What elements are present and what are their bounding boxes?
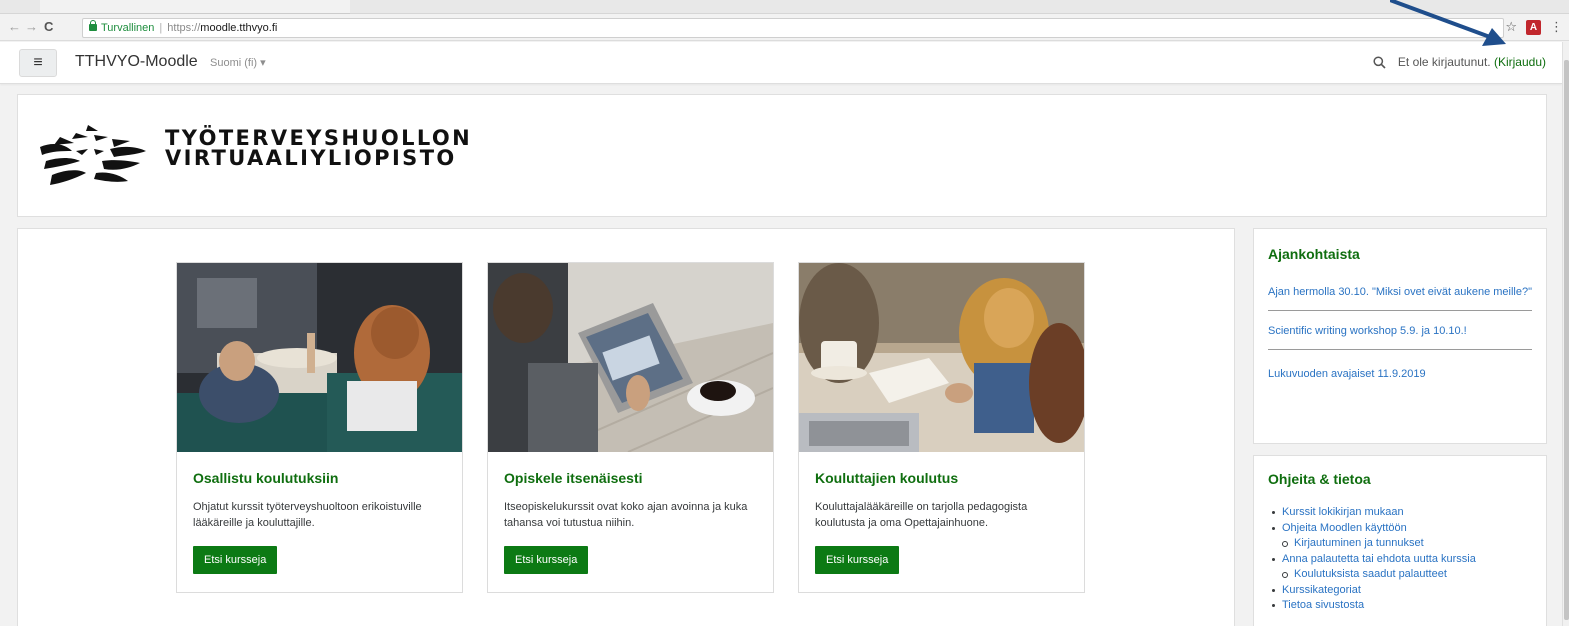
news-block: Ajankohtaista Ajan hermolla 30.10. "Miks… [1253, 228, 1547, 444]
logo-wordmark: TYÖTERVEYSHUOLLON VIRTUAALIYLIOPISTO [165, 126, 473, 170]
url-separator: | [159, 22, 163, 34]
security-label: Turvallinen [101, 22, 155, 34]
main-content: Osallistu koulutuksiin Ohjatut kurssit t… [17, 228, 1235, 626]
course-card: Opiskele itsenäisesti Itseopiskelukurssi… [487, 262, 774, 593]
logo-line-2: VIRTUAALIYLIOPISTO [165, 146, 457, 170]
course-card: Osallistu koulutuksiin Ohjatut kurssit t… [176, 262, 463, 593]
browser-menu-icon[interactable]: ⋮ [1550, 19, 1563, 35]
lock-icon [89, 20, 97, 31]
help-link[interactable]: Tietoa sivustosta [1268, 598, 1532, 614]
help-link[interactable]: Kurssit lokikirjan mukaan [1268, 505, 1532, 521]
news-item[interactable]: Ajan hermolla 30.10. "Miksi ovet eivät a… [1268, 284, 1532, 311]
help-link[interactable]: Ohjeita Moodlen käyttöön [1268, 521, 1532, 537]
course-description: Itseopiskelukurssit ovat koko ajan avoin… [504, 501, 748, 529]
login-link[interactable]: (Kirjaudu) [1494, 55, 1546, 69]
site-brand[interactable]: TTHVYO-Moodle [75, 53, 198, 71]
reload-button[interactable]: C [44, 18, 53, 36]
search-icon[interactable] [1373, 55, 1386, 69]
hamburger-menu-icon[interactable]: ≡ [19, 49, 57, 77]
help-links: Kurssit lokikirjan mukaan Ohjeita Moodle… [1268, 505, 1532, 614]
course-description: Kouluttajalääkäreille on tarjolla pedago… [815, 501, 1028, 529]
help-sublink[interactable]: Koulutuksista saadut palautteet [1268, 567, 1532, 583]
course-photo [799, 263, 1084, 452]
browser-toolbar: ← → C Turvallinen | https://moodle.tthvyo.… [0, 15, 1569, 41]
back-button[interactable]: ← [8, 18, 21, 36]
find-courses-button[interactable]: Etsi kursseja [193, 546, 278, 574]
help-link[interactable]: Anna palautetta tai ehdota uutta kurssia [1268, 552, 1532, 568]
course-description: Ohjatut kurssit työterveyshuoltoon eriko… [193, 501, 422, 529]
course-photo [177, 263, 462, 452]
course-title[interactable]: Opiskele itsenäisesti [504, 470, 643, 486]
course-title[interactable]: Osallistu koulutuksiin [193, 470, 338, 486]
url-scheme: https:// [167, 22, 201, 34]
page-header: TYÖTERVEYSHUOLLON VIRTUAALIYLIOPISTO [17, 94, 1547, 217]
news-item[interactable]: Scientific writing workshop 5.9. ja 10.1… [1268, 321, 1532, 350]
site-navbar: ≡ TTHVYO-Moodle Suomi (fi) ▾ Et ole kirj… [0, 42, 1562, 84]
find-courses-button[interactable]: Etsi kursseja [815, 546, 900, 574]
news-block-title: Ajankohtaista [1268, 246, 1360, 262]
url-host: moodle.tthvyo.fi [200, 22, 278, 34]
browser-tabstrip [0, 0, 1569, 14]
page-scrollbar[interactable] [1562, 42, 1569, 626]
find-courses-button[interactable]: Etsi kursseja [504, 546, 589, 574]
scrollbar-thumb[interactable] [1564, 60, 1569, 620]
course-title[interactable]: Kouluttajien koulutus [815, 470, 958, 486]
address-bar[interactable]: Turvallinen | https://moodle.tthvyo.fi [82, 18, 1504, 38]
help-link[interactable]: Kurssikategoriat [1268, 583, 1532, 599]
annotation-arrow [1389, 0, 1520, 57]
help-block: Ohjeita & tietoa Kurssit lokikirjan muka… [1253, 455, 1547, 626]
course-photo [488, 263, 773, 452]
help-sublink[interactable]: Kirjautuminen ja tunnukset [1268, 536, 1532, 552]
browser-tab[interactable] [40, 0, 350, 14]
course-card: Kouluttajien koulutus Kouluttajalääkärei… [798, 262, 1085, 593]
pdf-extension-icon[interactable]: A [1526, 19, 1541, 35]
forward-button[interactable]: → [25, 18, 38, 36]
news-item[interactable]: Lukuvuoden avajaiset 11.9.2019 [1268, 360, 1532, 392]
language-selector[interactable]: Suomi (fi) ▾ [210, 56, 266, 69]
navbar-user-area: Et ole kirjautunut. (Kirjaudu) [1373, 55, 1546, 69]
logo-line-1: TYÖTERVEYSHUOLLON [165, 126, 473, 150]
logo-mark-icon [32, 123, 150, 192]
login-status: Et ole kirjautunut. [1397, 55, 1491, 69]
help-block-title: Ohjeita & tietoa [1268, 471, 1371, 487]
